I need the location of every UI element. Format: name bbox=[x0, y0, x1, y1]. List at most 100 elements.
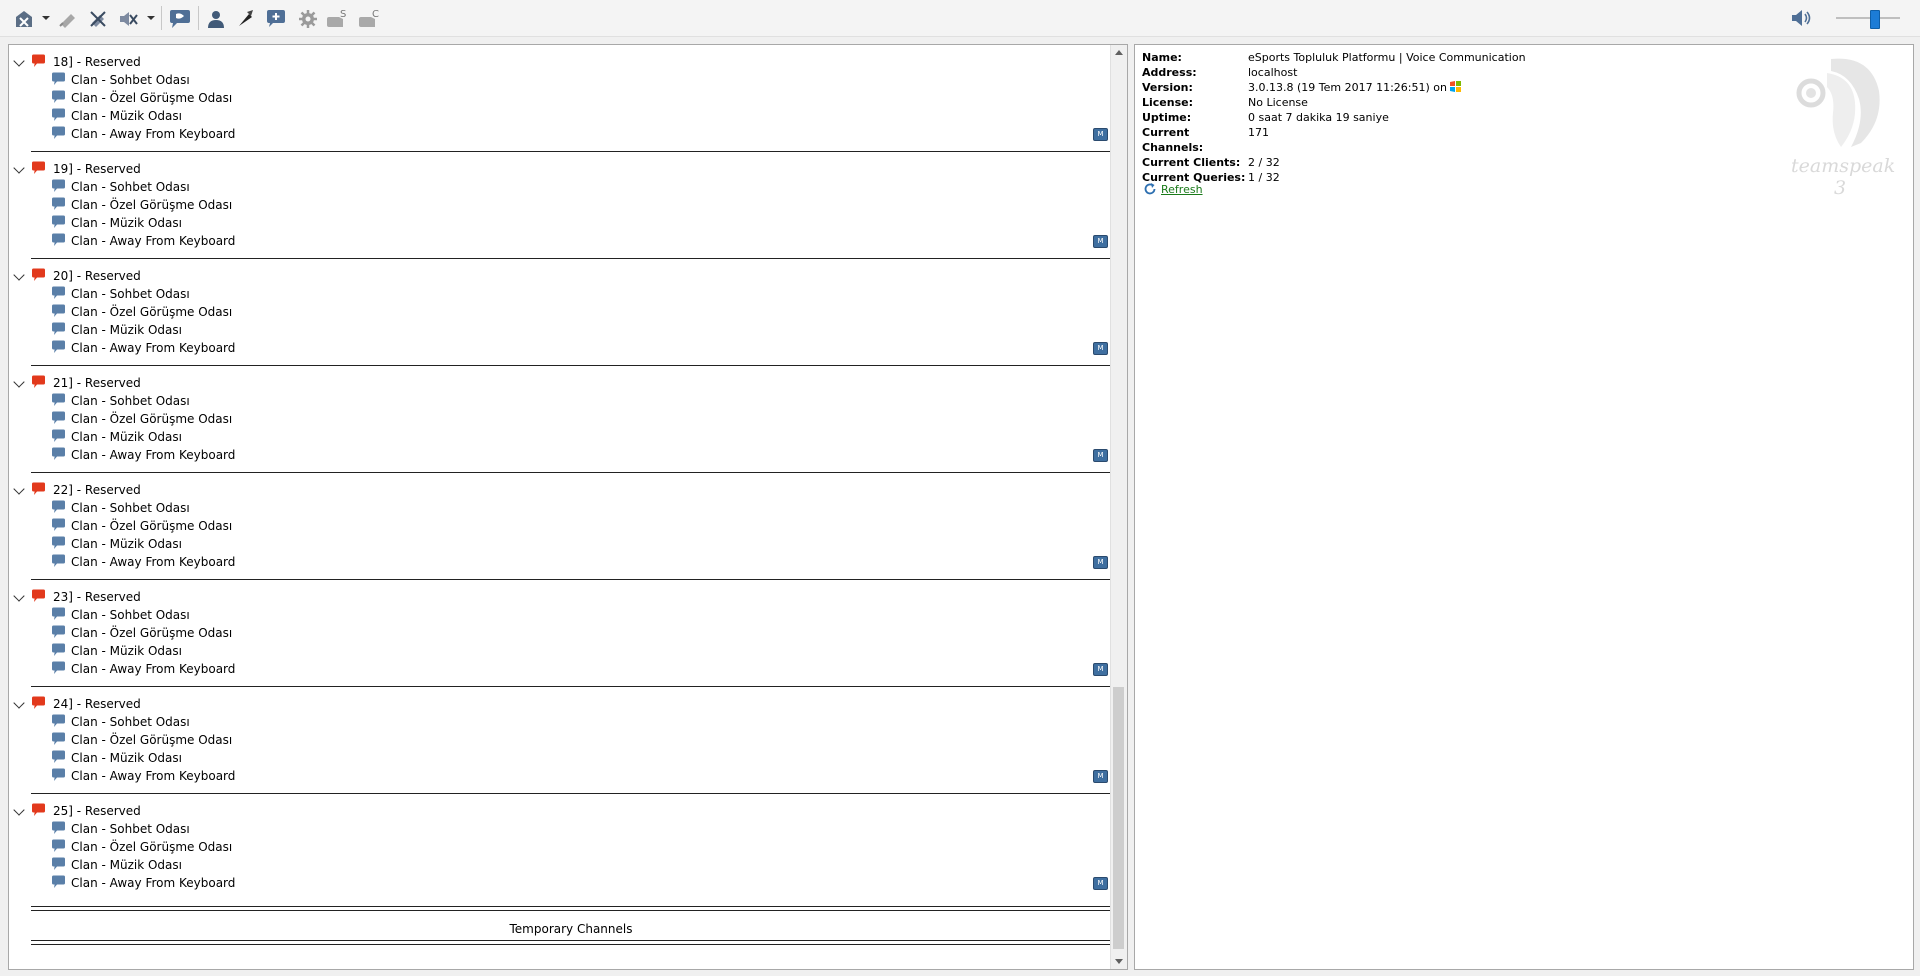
svg-text:C: C bbox=[372, 9, 379, 20]
reserved-channel[interactable]: 24] - Reserved bbox=[9, 695, 1089, 713]
refresh-label[interactable]: Refresh bbox=[1161, 183, 1203, 196]
sub-channel-name: Clan - Sohbet Odası bbox=[71, 715, 190, 729]
channel-name: 21] - Reserved bbox=[53, 376, 141, 390]
sub-channel[interactable]: Clan - Away From Keyboard bbox=[51, 767, 1091, 785]
mute-speakers-icon[interactable] bbox=[114, 5, 142, 33]
collapse-chevron-icon[interactable] bbox=[13, 483, 25, 495]
moderated-icon: M bbox=[1093, 128, 1108, 141]
sub-channel[interactable]: Clan - Away From Keyboard bbox=[51, 660, 1091, 678]
channel-blue-icon bbox=[51, 197, 66, 214]
scrollbar-thumb[interactable] bbox=[1113, 687, 1124, 949]
info-value: 3.0.13.8 (19 Tem 2017 11:26:51) on bbox=[1248, 80, 1526, 95]
bookmark-icon[interactable] bbox=[54, 5, 82, 33]
logo-text: teamspeak 3 bbox=[1791, 155, 1896, 199]
sub-channel[interactable]: Clan - Özel Görüşme Odası bbox=[51, 410, 1091, 428]
speaker-icon[interactable] bbox=[1790, 7, 1814, 29]
add-channel-icon[interactable] bbox=[262, 5, 290, 33]
sub-channel[interactable]: Clan - Müzik Odası bbox=[51, 428, 1091, 446]
collapse-chevron-icon[interactable] bbox=[13, 55, 25, 67]
disconnect-icon[interactable] bbox=[10, 5, 38, 33]
sub-channel[interactable]: Clan - Away From Keyboard bbox=[51, 125, 1091, 143]
channel-blue-icon bbox=[51, 429, 66, 446]
reserved-channel[interactable]: 22] - Reserved bbox=[9, 481, 1089, 499]
disconnect-dropdown-arrow-icon[interactable] bbox=[42, 16, 50, 20]
scroll-up-arrow-icon[interactable] bbox=[1115, 50, 1123, 55]
channel-blue-icon bbox=[51, 643, 66, 660]
collapse-chevron-icon[interactable] bbox=[13, 269, 25, 281]
sub-channel[interactable]: Clan - Away From Keyboard bbox=[51, 874, 1091, 892]
channel-blue-icon bbox=[51, 447, 66, 464]
sub-channel[interactable]: Clan - Özel Görüşme Odası bbox=[51, 196, 1091, 214]
sub-channel-name: Clan - Müzik Odası bbox=[71, 323, 182, 337]
client-query-icon[interactable]: C bbox=[356, 5, 384, 33]
sub-channel[interactable]: Clan - Sohbet Odası bbox=[51, 392, 1091, 410]
collapse-chevron-icon[interactable] bbox=[13, 697, 25, 709]
reserved-channel[interactable]: 25] - Reserved bbox=[9, 802, 1089, 820]
sub-channel-name: Clan - Away From Keyboard bbox=[71, 662, 236, 676]
vertical-scrollbar[interactable] bbox=[1110, 45, 1127, 969]
refresh-link[interactable]: Refresh bbox=[1143, 182, 1203, 196]
sub-channel[interactable]: Clan - Sohbet Odası bbox=[51, 71, 1091, 89]
sub-channel[interactable]: Clan - Sohbet Odası bbox=[51, 499, 1091, 517]
reserved-channel[interactable]: 20] - Reserved bbox=[9, 267, 1089, 285]
sub-channel-name: Clan - Sohbet Odası bbox=[71, 822, 190, 836]
collapse-chevron-icon[interactable] bbox=[13, 590, 25, 602]
mute-speakers-dropdown-arrow-icon[interactable] bbox=[147, 16, 155, 20]
sub-channel-name: Clan - Özel Görüşme Odası bbox=[71, 412, 233, 426]
mute-microphone-icon[interactable] bbox=[84, 5, 112, 33]
info-value-text: 2 / 32 bbox=[1248, 156, 1280, 169]
channel-tree[interactable]: 18] - Reserved Clan - Sohbet Odası Clan - … bbox=[8, 44, 1128, 970]
volume-slider-thumb[interactable] bbox=[1870, 10, 1880, 29]
sub-channel[interactable]: Clan - Müzik Odası bbox=[51, 749, 1091, 767]
sub-channel[interactable]: Clan - Müzik Odası bbox=[51, 107, 1091, 125]
channel-blue-icon bbox=[51, 625, 66, 642]
info-key: Uptime: bbox=[1142, 111, 1192, 124]
sub-channel[interactable]: Clan - Away From Keyboard bbox=[51, 553, 1091, 571]
reserved-channel[interactable]: 23] - Reserved bbox=[9, 588, 1089, 606]
sub-channel-name: Clan - Sohbet Odası bbox=[71, 287, 190, 301]
settings-icon[interactable] bbox=[294, 5, 322, 33]
collapse-chevron-icon[interactable] bbox=[13, 804, 25, 816]
channel-blue-icon bbox=[51, 875, 66, 892]
reserved-channel[interactable]: 21] - Reserved bbox=[9, 374, 1089, 392]
sub-channel-name: Clan - Sohbet Odası bbox=[71, 180, 190, 194]
server-query-icon[interactable]: S bbox=[324, 5, 352, 33]
sub-channel[interactable]: Clan - Özel Görüşme Odası bbox=[51, 517, 1091, 535]
chat-icon[interactable] bbox=[166, 5, 194, 33]
channel-blue-icon bbox=[51, 768, 66, 785]
sub-channel[interactable]: Clan - Sohbet Odası bbox=[51, 820, 1091, 838]
sub-channel[interactable]: Clan - Özel Görüşme Odası bbox=[51, 624, 1091, 642]
sub-channel[interactable]: Clan - Sohbet Odası bbox=[51, 178, 1091, 196]
sub-channel[interactable]: Clan - Özel Görüşme Odası bbox=[51, 838, 1091, 856]
sub-channel[interactable]: Clan - Özel Görüşme Odası bbox=[51, 303, 1091, 321]
sub-channel[interactable]: Clan - Müzik Odası bbox=[51, 642, 1091, 660]
sub-channel[interactable]: Clan - Özel Görüşme Odası bbox=[51, 731, 1091, 749]
volume-slider-track[interactable] bbox=[1836, 17, 1900, 19]
sub-channel[interactable]: Clan - Müzik Odası bbox=[51, 321, 1091, 339]
sub-channel[interactable]: Clan - Müzik Odası bbox=[51, 856, 1091, 874]
sub-channel[interactable]: Clan - Müzik Odası bbox=[51, 214, 1091, 232]
sub-channel-name: Clan - Away From Keyboard bbox=[71, 555, 236, 569]
sub-channel[interactable]: Clan - Away From Keyboard bbox=[51, 446, 1091, 464]
channel-red-icon bbox=[31, 482, 46, 499]
sub-channel[interactable]: Clan - Sohbet Odası bbox=[51, 606, 1091, 624]
away-icon[interactable] bbox=[232, 5, 260, 33]
channel-group: 23] - Reserved Clan - Sohbet Odası Clan - … bbox=[9, 579, 1111, 689]
sub-channel[interactable]: Clan - Away From Keyboard bbox=[51, 339, 1091, 357]
sub-channel[interactable]: Clan - Sohbet Odası bbox=[51, 285, 1091, 303]
scroll-down-arrow-icon[interactable] bbox=[1115, 959, 1123, 964]
contacts-icon[interactable] bbox=[202, 5, 230, 33]
info-value: localhost bbox=[1248, 65, 1526, 80]
temporary-channels-label[interactable]: Temporary Channels bbox=[31, 922, 1111, 936]
sub-channel[interactable]: Clan - Özel Görüşme Odası bbox=[51, 89, 1091, 107]
sub-channel[interactable]: Clan - Sohbet Odası bbox=[51, 713, 1091, 731]
reserved-channel[interactable]: 18] - Reserved bbox=[9, 53, 1089, 71]
collapse-chevron-icon[interactable] bbox=[13, 376, 25, 388]
info-key: Current Channels: bbox=[1142, 126, 1204, 154]
sub-channel[interactable]: Clan - Away From Keyboard bbox=[51, 232, 1091, 250]
channel-red-icon bbox=[31, 803, 46, 820]
collapse-chevron-icon[interactable] bbox=[13, 162, 25, 174]
sub-channel[interactable]: Clan - Müzik Odası bbox=[51, 535, 1091, 553]
moderated-icon: M bbox=[1093, 663, 1108, 676]
reserved-channel[interactable]: 19] - Reserved bbox=[9, 160, 1089, 178]
